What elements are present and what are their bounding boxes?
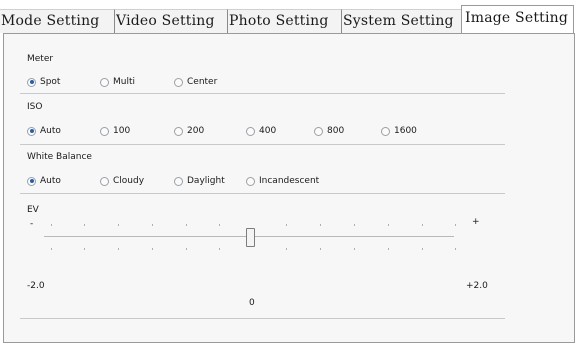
radio-icon: [100, 126, 109, 136]
iso-label: ISO: [27, 102, 43, 112]
slider-tick: [354, 248, 355, 250]
iso-200-radio[interactable]: 200: [174, 125, 204, 137]
slider-tick: [84, 224, 85, 226]
slider-tick: [51, 248, 52, 250]
slider-tick: [186, 248, 187, 250]
radio-label: Cloudy: [113, 176, 145, 186]
ev-slider-thumb[interactable]: [246, 228, 255, 247]
radio-icon: [174, 176, 183, 186]
slider-tick: [152, 248, 153, 250]
slider-tick: [422, 248, 423, 250]
radio-label: Incandescent: [259, 176, 320, 186]
radio-icon: [174, 126, 183, 136]
slider-tick: [286, 224, 287, 226]
radio-label: Daylight: [187, 176, 225, 186]
tab-image-setting[interactable]: Image Setting: [461, 5, 574, 34]
radio-selected-icon: [27, 126, 36, 136]
radio-icon: [174, 77, 183, 87]
tab-video-setting[interactable]: Video Setting: [115, 9, 228, 33]
radio-label: Spot: [40, 77, 61, 87]
slider-tick: [118, 224, 119, 226]
slider-tick: [118, 248, 119, 250]
wb-daylight-radio[interactable]: Daylight: [174, 175, 225, 187]
slider-tick: [455, 224, 456, 226]
slider-tick: [286, 248, 287, 250]
radio-icon: [381, 126, 390, 136]
white-balance-label: White Balance: [27, 152, 92, 162]
ev-plus-symbol: +: [472, 217, 480, 227]
ev-min-label: -2.0: [27, 281, 45, 291]
slider-tick: [354, 224, 355, 226]
radio-label: Multi: [113, 77, 135, 87]
radio-icon: [100, 176, 109, 186]
divider: [20, 144, 505, 145]
slider-tick: [422, 224, 423, 226]
slider-tick: [219, 248, 220, 250]
wb-cloudy-radio[interactable]: Cloudy: [100, 175, 144, 187]
slider-tick: [152, 224, 153, 226]
slider-tick: [186, 224, 187, 226]
slider-tick: [455, 248, 456, 250]
meter-spot-radio[interactable]: Spot: [27, 76, 60, 88]
slider-tick: [51, 224, 52, 226]
slider-tick: [320, 248, 321, 250]
meter-center-radio[interactable]: Center: [174, 76, 217, 88]
wb-auto-radio[interactable]: Auto: [27, 175, 61, 187]
slider-tick: [388, 224, 389, 226]
ev-max-label: +2.0: [466, 281, 488, 291]
radio-label: 800: [327, 126, 345, 136]
meter-label: Meter: [27, 54, 54, 64]
ev-label: EV: [27, 205, 39, 215]
slider-tick: [84, 248, 85, 250]
radio-icon: [246, 126, 255, 136]
ev-minus-symbol: -: [30, 219, 34, 229]
divider: [20, 318, 505, 319]
iso-800-radio[interactable]: 800: [314, 125, 344, 137]
radio-selected-icon: [27, 77, 36, 87]
tab-bar: Mode Setting Video Setting Photo Setting…: [0, 0, 578, 34]
radio-label: 1600: [394, 126, 417, 136]
iso-1600-radio[interactable]: 1600: [381, 125, 417, 137]
radio-icon: [100, 77, 109, 87]
radio-icon: [314, 126, 323, 136]
radio-label: Center: [187, 77, 218, 87]
iso-auto-radio[interactable]: Auto: [27, 125, 61, 137]
iso-100-radio[interactable]: 100: [100, 125, 130, 137]
wb-incandescent-radio[interactable]: Incandescent: [246, 175, 319, 187]
radio-label: 100: [113, 126, 131, 136]
slider-tick: [388, 248, 389, 250]
radio-label: 400: [259, 126, 277, 136]
iso-400-radio[interactable]: 400: [246, 125, 276, 137]
meter-multi-radio[interactable]: Multi: [100, 76, 135, 88]
slider-tick: [320, 224, 321, 226]
radio-selected-icon: [27, 176, 36, 186]
radio-label: Auto: [40, 176, 61, 186]
ev-value-label: 0: [249, 298, 255, 308]
tab-system-setting[interactable]: System Setting: [342, 9, 462, 33]
tab-photo-setting[interactable]: Photo Setting: [228, 9, 342, 33]
image-setting-panel: [3, 33, 575, 343]
radio-icon: [246, 176, 255, 186]
tab-mode-setting[interactable]: Mode Setting: [0, 9, 115, 33]
radio-label: 200: [187, 126, 205, 136]
divider: [20, 193, 505, 194]
divider: [20, 93, 505, 94]
radio-label: Auto: [40, 126, 61, 136]
slider-tick: [219, 224, 220, 226]
